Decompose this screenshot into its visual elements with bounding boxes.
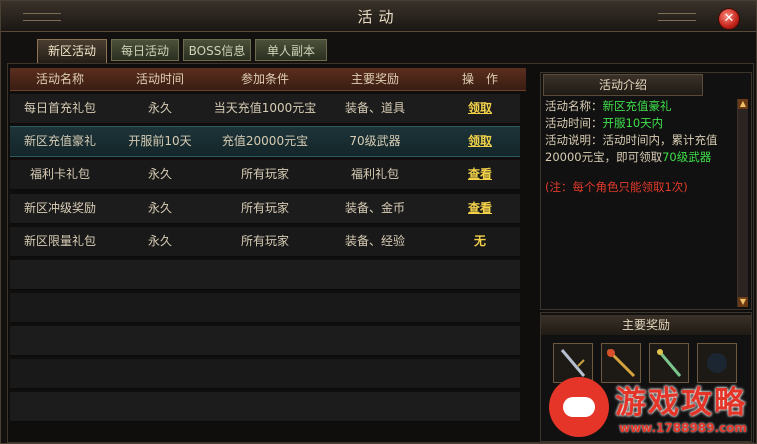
row-time: 开服前10天 [128, 134, 192, 148]
empty-row [10, 293, 520, 323]
col-name-header: 活动名称 [35, 72, 84, 86]
watermark: 游戏攻略 www.1788989.com [549, 375, 754, 441]
table-row-selected[interactable]: 新区充值豪礼 开服前10天 充值20000元宝 70级武器 领取 [10, 126, 520, 157]
rewards-header: 主要奖励 [541, 315, 751, 335]
col-time-header: 活动时间 [135, 72, 184, 86]
title-bar: 活动 ✕ [1, 1, 756, 32]
table-row[interactable]: 福利卡礼包 永久 所有玩家 福利礼包 查看 [10, 160, 520, 190]
action-none: 无 [473, 234, 486, 248]
row-condition: 所有玩家 [240, 167, 289, 181]
row-name: 福利卡礼包 [29, 167, 90, 181]
table-header: 活动名称 活动时间 参加条件 主要奖励 操 作 [10, 68, 526, 91]
gamepad-logo-icon [549, 377, 609, 437]
intro-name-value: 新区充值豪礼 [602, 99, 672, 113]
claim-link[interactable]: 领取 [468, 101, 492, 115]
window-title: 活动 [357, 8, 400, 26]
intro-desc-label: 活动说明： [545, 133, 603, 147]
tab-solo-dungeon[interactable]: 单人副本 [255, 39, 327, 61]
view-link[interactable]: 查看 [468, 167, 492, 181]
activity-intro-panel: 活动介绍 活动名称：新区充值豪礼 活动时间：开服10天内 活动说明：活动时间内，… [540, 72, 752, 310]
row-condition: 所有玩家 [240, 234, 289, 248]
intro-desc-text1: 活动时间内，累计充值 [602, 133, 718, 147]
row-reward: 装备、道具 [344, 101, 405, 115]
close-button[interactable]: ✕ [718, 8, 740, 30]
intro-time-label: 活动时间： [545, 116, 603, 130]
row-reward: 福利礼包 [350, 167, 399, 181]
row-reward: 装备、金币 [344, 201, 405, 215]
table-row[interactable]: 新区限量礼包 永久 所有玩家 装备、经验 无 [10, 227, 520, 257]
row-reward: 装备、经验 [344, 234, 405, 248]
title-ornament-right [658, 13, 696, 21]
tab-daily-events[interactable]: 每日活动 [111, 39, 179, 61]
col-reward-header: 主要奖励 [350, 72, 399, 86]
activity-window: 活动 ✕ 新区活动 每日活动 BOSS信息 单人副本 活动名称 活动时间 参加条… [0, 0, 757, 444]
table-row[interactable]: 每日首充礼包 永久 当天充值1000元宝 装备、道具 领取 [10, 94, 520, 124]
intro-desc-text2: 20000元宝，即可领取 [545, 150, 663, 164]
view-link[interactable]: 查看 [468, 201, 492, 215]
row-condition: 充值20000元宝 [221, 134, 309, 148]
scroll-down-icon[interactable]: ▼ [738, 297, 748, 307]
table-row[interactable]: 新区冲级奖励 永久 所有玩家 装备、金币 查看 [10, 194, 520, 224]
intro-text: 活动名称：新区充值豪礼 活动时间：开服10天内 活动说明：活动时间内，累计充值 … [545, 98, 735, 196]
tab-new-server-events[interactable]: 新区活动 [37, 39, 107, 64]
row-condition: 所有玩家 [240, 201, 289, 215]
empty-row [10, 260, 520, 290]
intro-time-value: 开服10天内 [602, 116, 664, 130]
row-name: 新区限量礼包 [23, 234, 96, 248]
row-name: 新区冲级奖励 [23, 201, 96, 215]
intro-note: (注：每个角色只能领取1次) [545, 180, 688, 194]
empty-row [10, 392, 520, 422]
tab-boss-info[interactable]: BOSS信息 [183, 39, 251, 61]
row-name: 新区充值豪礼 [23, 134, 96, 148]
row-condition: 当天充值1000元宝 [213, 101, 317, 115]
row-time: 永久 [147, 101, 172, 115]
empty-row [10, 326, 520, 356]
row-time: 永久 [147, 201, 172, 215]
intro-desc-highlight: 70级武器 [662, 150, 712, 164]
empty-row [10, 359, 520, 389]
scroll-up-icon[interactable]: ▲ [738, 99, 748, 109]
intro-header: 活动介绍 [543, 74, 703, 96]
row-time: 永久 [147, 234, 172, 248]
claim-link[interactable]: 领取 [468, 134, 492, 148]
row-name: 每日首充礼包 [23, 101, 96, 115]
col-action-header: 操 作 [461, 72, 498, 86]
col-condition-header: 参加条件 [240, 72, 289, 86]
intro-scrollbar[interactable]: ▲ ▼ [737, 99, 748, 307]
row-reward: 70级武器 [349, 134, 401, 148]
watermark-site: www.1788989.com [619, 421, 747, 435]
row-time: 永久 [147, 167, 172, 181]
intro-name-label: 活动名称： [545, 99, 603, 113]
watermark-brand: 游戏攻略 [615, 385, 747, 421]
